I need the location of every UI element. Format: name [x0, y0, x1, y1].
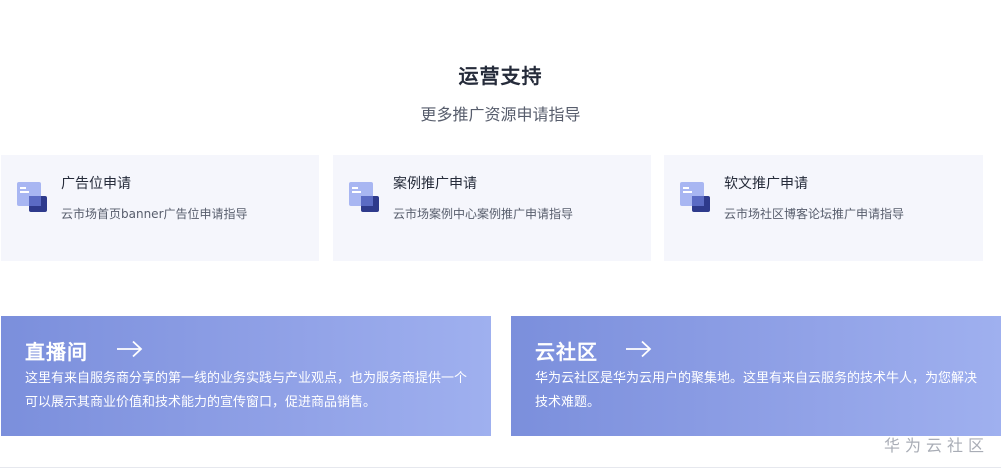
page-title: 运营支持 [458, 64, 543, 88]
banner-title: 云社区 [535, 340, 598, 364]
card-title: 软文推广申请 [724, 176, 808, 192]
card-title: 广告位申请 [61, 176, 131, 192]
document-icon [349, 182, 379, 212]
watermark: 华为云社区 [883, 436, 989, 455]
banner-cloud-community[interactable]: 云社区 华为云社区是华为云用户的聚集地。这里有来自云服务的技术牛人，为您解决技术… [511, 316, 1001, 436]
page-subtitle: 更多推广资源申请指导 [420, 105, 581, 124]
support-cards: 广告位申请 云市场首页banner广告位申请指导 案例推广申请 云市场案例中心案… [0, 155, 1001, 261]
arrow-right-icon[interactable] [625, 340, 653, 358]
divider [0, 467, 1001, 468]
banner-description: 华为云社区是华为云用户的聚集地。这里有来自云服务的技术牛人，为您解决技术难题。 [535, 371, 978, 410]
banner-title: 直播间 [25, 340, 88, 364]
card-ad-slot-application[interactable]: 广告位申请 云市场首页banner广告位申请指导 [1, 155, 319, 261]
card-case-promotion-application[interactable]: 案例推广申请 云市场案例中心案例推广申请指导 [333, 155, 651, 261]
arrow-right-icon[interactable] [116, 340, 144, 358]
card-description: 云市场首页banner广告位申请指导 [61, 207, 248, 221]
banner-description: 这里有来自服务商分享的第一线的业务实践与产业观点，也为服务商提供一个可以展示其商… [25, 371, 468, 410]
card-title: 案例推广申请 [393, 176, 477, 192]
card-description: 云市场案例中心案例推广申请指导 [393, 207, 574, 221]
document-icon [680, 182, 710, 212]
card-description: 云市场社区博客论坛推广申请指导 [724, 207, 905, 221]
banner-live-room[interactable]: 直播间 这里有来自服务商分享的第一线的业务实践与产业观点，也为服务商提供一个可以… [1, 316, 491, 436]
document-icon [17, 182, 47, 212]
card-article-promotion-application[interactable]: 软文推广申请 云市场社区博客论坛推广申请指导 [664, 155, 983, 261]
